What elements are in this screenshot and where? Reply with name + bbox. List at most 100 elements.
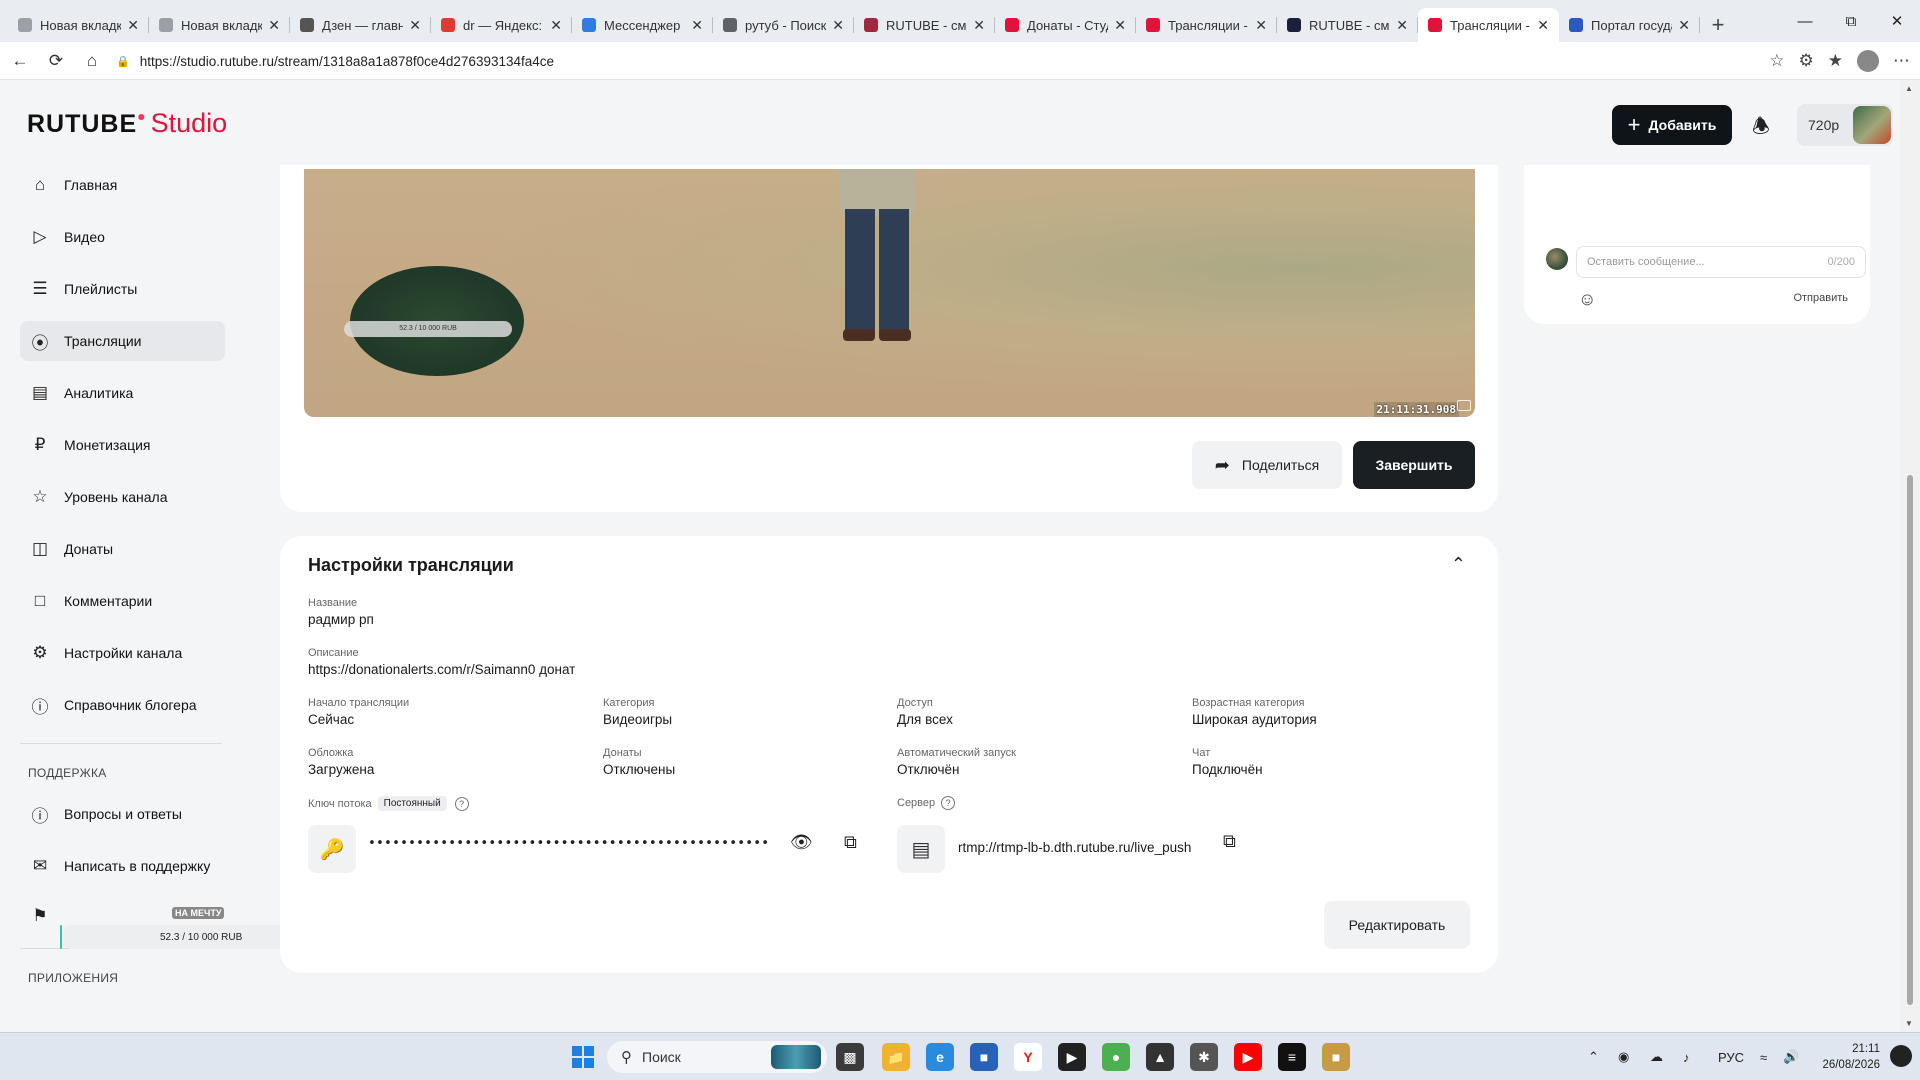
- sidebar-item-analytics[interactable]: ▤ Аналитика: [20, 373, 225, 413]
- sidebar-item-home[interactable]: ⌂ Главная: [20, 165, 225, 205]
- url-field[interactable]: 🔒 https://studio.rutube.ru/stream/1318a8…: [116, 42, 554, 80]
- restore-icon[interactable]: ⧉: [1828, 0, 1874, 42]
- copy-server-icon[interactable]: ⧉: [1223, 831, 1236, 852]
- file-explorer-icon[interactable]: 📁: [882, 1043, 910, 1071]
- cover-label: Обложка: [308, 747, 354, 759]
- add-button[interactable]: + Добавить: [1612, 105, 1732, 145]
- sidebar-item-ruble[interactable]: ₽ Монетизация: [20, 425, 225, 465]
- close-tab-icon[interactable]: ✕: [550, 17, 562, 34]
- send-button[interactable]: Отправить: [1793, 292, 1848, 304]
- minimize-icon[interactable]: —: [1782, 0, 1828, 42]
- game-icon[interactable]: ■: [1322, 1043, 1350, 1071]
- extensions-icon[interactable]: ⚙: [1799, 51, 1814, 71]
- language-indicator[interactable]: РУС: [1718, 1033, 1744, 1080]
- sidebar-item-broadcast[interactable]: ⦿ Трансляции: [20, 321, 225, 361]
- edit-button[interactable]: Редактировать: [1324, 901, 1470, 949]
- browser-tab[interactable]: Донаты - Студ ✕: [995, 8, 1136, 42]
- favorites-icon[interactable]: ★: [1828, 51, 1843, 71]
- sidebar-item-gear[interactable]: ⚙ Настройки канала: [20, 633, 225, 673]
- quality-avatar-box[interactable]: 720p: [1797, 104, 1893, 146]
- copy-key-icon[interactable]: ⧉: [844, 832, 857, 853]
- scroll-up-icon[interactable]: ▲: [1905, 84, 1913, 93]
- browser-tab[interactable]: Трансляции - С ✕: [1418, 8, 1559, 42]
- page-scrollbar[interactable]: ▲ ▼: [1900, 80, 1920, 1032]
- stream-video[interactable]: 52.3 / 10 000 RUB 21:11:31.908: [304, 169, 1475, 417]
- browser-tab[interactable]: Новая вкладка ✕: [8, 8, 149, 42]
- media-player-icon[interactable]: ▶: [1058, 1043, 1086, 1071]
- yandex-browser-icon[interactable]: Y: [1014, 1043, 1042, 1071]
- taskbar-search[interactable]: ⚲ Поиск: [607, 1041, 827, 1073]
- browser-tab[interactable]: RUTUBE - смот ✕: [854, 8, 995, 42]
- browser-tab[interactable]: Дзен — главна ✕: [290, 8, 431, 42]
- browser-tab[interactable]: RUTUBE - смот ✕: [1277, 8, 1418, 42]
- wifi-icon[interactable]: ≈: [1760, 1033, 1767, 1080]
- tray-app-icon[interactable]: ◉: [1618, 1033, 1629, 1080]
- bookmark-star-icon[interactable]: ☆: [1769, 51, 1784, 71]
- sidebar-item-mail[interactable]: ✉ Написать в поддержку: [20, 846, 225, 886]
- close-tab-icon[interactable]: ✕: [1255, 17, 1267, 34]
- close-tab-icon[interactable]: ✕: [1537, 17, 1549, 34]
- tray-chevron-icon[interactable]: ⌃: [1588, 1033, 1599, 1080]
- sidebar-item-video[interactable]: ▷ Видео: [20, 217, 225, 257]
- browser-tab[interactable]: dr — Яндекс: н ✕: [431, 8, 572, 42]
- close-tab-icon[interactable]: ✕: [1114, 17, 1126, 34]
- sidebar-item-donate[interactable]: ◫ Донаты: [20, 529, 225, 569]
- obs-icon[interactable]: ≡: [1278, 1043, 1306, 1071]
- close-window-icon[interactable]: ✕: [1874, 0, 1920, 42]
- browser-tab[interactable]: Трансляции - С ✕: [1136, 8, 1277, 42]
- windows-start-icon[interactable]: [572, 1046, 594, 1068]
- sidebar-item-question[interactable]: ⓘ Вопросы и ответы: [20, 794, 225, 834]
- scrollbar-thumb[interactable]: [1907, 475, 1913, 1005]
- chat-message-input[interactable]: Оставить сообщение... 0/200: [1576, 246, 1866, 278]
- browser-tab[interactable]: рутуб - Поиск ✕: [713, 8, 854, 42]
- notification-center-icon[interactable]: [1890, 1045, 1912, 1067]
- close-tab-icon[interactable]: ✕: [832, 17, 844, 34]
- close-tab-icon[interactable]: ✕: [691, 17, 703, 34]
- minimap-progress: 52.3 / 10 000 RUB: [344, 321, 512, 337]
- browser-tab[interactable]: Мессенджер ✕: [572, 8, 713, 42]
- back-icon[interactable]: ←: [2, 43, 38, 79]
- end-stream-button[interactable]: Завершить: [1353, 441, 1475, 489]
- microphone-icon[interactable]: ♪: [1683, 1033, 1690, 1080]
- close-tab-icon[interactable]: ✕: [409, 17, 421, 34]
- settings-app-icon[interactable]: ✱: [1190, 1043, 1218, 1071]
- browser-tab[interactable]: Новая вкладка ✕: [149, 8, 290, 42]
- close-tab-icon[interactable]: ✕: [127, 17, 139, 34]
- share-button[interactable]: ➦ Поделиться: [1192, 441, 1342, 489]
- sidebar: ⌂ Главная ▷ Видео ☰ Плейлисты ⦿ Трансляции ▤ Анал…: [20, 165, 225, 999]
- profile-avatar[interactable]: [1857, 50, 1879, 72]
- channel-avatar[interactable]: [1853, 106, 1891, 144]
- more-menu-icon[interactable]: ⋯: [1893, 51, 1910, 71]
- store-icon[interactable]: ■: [970, 1043, 998, 1071]
- close-tab-icon[interactable]: ✕: [973, 17, 985, 34]
- sidebar-item-star[interactable]: ☆ Уровень канала: [20, 477, 225, 517]
- emoji-icon[interactable]: ☺: [1578, 289, 1596, 310]
- eye-icon[interactable]: 👁: [790, 832, 813, 853]
- reload-icon[interactable]: ⟳: [38, 43, 74, 79]
- game-launcher-icon[interactable]: ▲: [1146, 1043, 1174, 1071]
- close-tab-icon[interactable]: ✕: [1678, 17, 1690, 34]
- sidebar-item-info[interactable]: ⓘ Справочник блогера: [20, 685, 225, 725]
- tray-cloud-icon[interactable]: ☁: [1650, 1033, 1663, 1080]
- close-tab-icon[interactable]: ✕: [268, 17, 280, 34]
- bell-icon[interactable]: 🕭: [1752, 112, 1770, 146]
- rutube-studio-logo[interactable]: RUTUBE● Studio: [27, 108, 227, 139]
- sidebar-item-playlist[interactable]: ☰ Плейлисты: [20, 269, 225, 309]
- taskbar-clock[interactable]: 21:11 26/08/2026: [1822, 1041, 1880, 1073]
- browser-tab[interactable]: Портал госуда ✕: [1559, 8, 1700, 42]
- help-icon[interactable]: ?: [454, 796, 469, 811]
- stream-settings-card: Настройки трансляции ⌃ Название радмир р…: [280, 536, 1498, 973]
- youtube-icon[interactable]: ▶: [1234, 1043, 1262, 1071]
- close-tab-icon[interactable]: ✕: [1396, 17, 1408, 34]
- chevron-up-icon[interactable]: ⌃: [1451, 554, 1466, 575]
- app-icon[interactable]: ●: [1102, 1043, 1130, 1071]
- edge-icon[interactable]: e: [926, 1043, 954, 1071]
- help-icon[interactable]: ?: [941, 796, 956, 810]
- volume-icon[interactable]: 🔊: [1783, 1033, 1799, 1080]
- name-value: радмир рп: [308, 612, 374, 627]
- task-view-icon[interactable]: ▩: [836, 1043, 864, 1071]
- new-tab-button[interactable]: +: [1700, 8, 1736, 42]
- home-page-icon[interactable]: ⌂: [74, 43, 110, 79]
- sidebar-item-comment[interactable]: □ Комментарии: [20, 581, 225, 621]
- scroll-down-icon[interactable]: ▼: [1905, 1019, 1913, 1028]
